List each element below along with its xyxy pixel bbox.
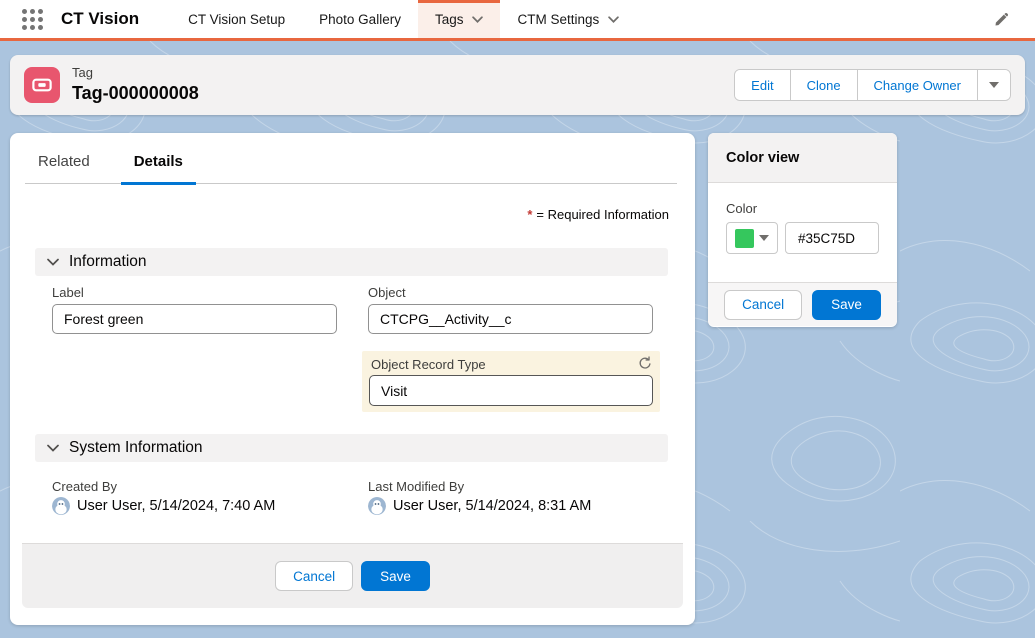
color-view-card: Color view Color Cancel Save: [708, 133, 897, 327]
chevron-down-icon[interactable]: [608, 16, 619, 23]
object-record-type-field-label: Object Record Type: [371, 357, 486, 372]
tab-related[interactable]: Related: [25, 153, 103, 185]
required-asterisk: *: [527, 207, 532, 222]
user-avatar: [368, 497, 386, 515]
nav-tab-tags[interactable]: Tags: [418, 0, 501, 38]
edit-button[interactable]: Edit: [735, 70, 789, 100]
nav-tab-label: Tags: [435, 12, 464, 27]
nav-tabs: CT Vision Setup Photo Gallery Tags CTM S…: [171, 0, 636, 38]
object-record-type-modified-field: Object Record Type: [362, 351, 660, 412]
section-title: Information: [69, 253, 147, 271]
edit-page-pencil-icon[interactable]: [994, 12, 1009, 27]
form-cancel-button[interactable]: Cancel: [275, 561, 353, 591]
chevron-down-icon: [47, 444, 59, 452]
section-header-information[interactable]: Information: [35, 248, 668, 276]
section-title: System Information: [69, 439, 203, 457]
page: CT Vision CT Vision Setup Photo Gallery …: [0, 0, 1035, 638]
created-by-text[interactable]: User User, 5/14/2024, 7:40 AM: [77, 498, 275, 514]
color-view-footer: Cancel Save: [708, 282, 897, 326]
tab-details[interactable]: Details: [121, 153, 196, 185]
label-field-label: Label: [52, 285, 84, 300]
form-save-button[interactable]: Save: [361, 561, 430, 591]
section-header-system-information[interactable]: System Information: [35, 434, 668, 462]
app-name: CT Vision: [61, 9, 139, 29]
object-field-label: Object: [368, 285, 406, 300]
chevron-down-icon: [47, 258, 59, 266]
change-owner-button[interactable]: Change Owner: [857, 70, 977, 100]
nav-tab-label: Photo Gallery: [319, 12, 401, 27]
tag-entity-icon: [24, 67, 60, 103]
record-action-group: Edit Clone Change Owner: [734, 69, 1011, 101]
last-modified-by-text[interactable]: User User, 5/14/2024, 8:31 AM: [393, 498, 591, 514]
created-by-label: Created By: [52, 479, 117, 494]
object-field-input[interactable]: [368, 304, 653, 334]
color-field-label: Color: [726, 201, 879, 216]
object-record-type-input[interactable]: [369, 375, 653, 406]
nav-tab-label: CT Vision Setup: [188, 12, 285, 27]
color-hex-input[interactable]: [785, 222, 879, 254]
last-modified-by-label: Last Modified By: [368, 479, 464, 494]
app-launcher-icon[interactable]: [22, 9, 43, 30]
nav-tab-ct-vision-setup[interactable]: CT Vision Setup: [171, 0, 302, 38]
record-header-card: Tag Tag-000000008 Edit Clone Change Owne…: [10, 55, 1025, 115]
record-titles: Tag Tag-000000008: [72, 66, 199, 104]
last-modified-by-value: User User, 5/14/2024, 8:31 AM: [368, 497, 591, 515]
record-title: Tag-000000008: [72, 83, 199, 104]
chevron-down-icon[interactable]: [472, 16, 483, 23]
label-field-input[interactable]: [52, 304, 337, 334]
required-information-note: *= Required Information: [527, 207, 669, 222]
clone-button[interactable]: Clone: [790, 70, 857, 100]
undo-icon[interactable]: [638, 356, 652, 370]
created-by-value: User User, 5/14/2024, 7:40 AM: [52, 497, 275, 515]
color-save-button[interactable]: Save: [812, 290, 881, 320]
record-detail-card: Related Details *= Required Information …: [10, 133, 695, 625]
global-nav: CT Vision CT Vision Setup Photo Gallery …: [0, 0, 1035, 41]
color-view-body: Color: [708, 183, 897, 282]
nav-tab-photo-gallery[interactable]: Photo Gallery: [302, 0, 418, 38]
entity-label: Tag: [72, 66, 199, 81]
caret-down-icon: [759, 235, 769, 241]
more-actions-dropdown-button[interactable]: [977, 70, 1010, 100]
nav-tab-label: CTM Settings: [517, 12, 599, 27]
color-cancel-button[interactable]: Cancel: [724, 290, 802, 320]
detail-tab-strip: Related Details: [25, 133, 677, 184]
nav-tab-ctm-settings[interactable]: CTM Settings: [500, 0, 636, 38]
color-swatch-dropdown-button[interactable]: [726, 222, 778, 254]
record-form-footer: Cancel Save: [22, 543, 683, 608]
color-swatch: [735, 229, 754, 248]
user-avatar: [52, 497, 70, 515]
color-view-title: Color view: [708, 133, 897, 183]
